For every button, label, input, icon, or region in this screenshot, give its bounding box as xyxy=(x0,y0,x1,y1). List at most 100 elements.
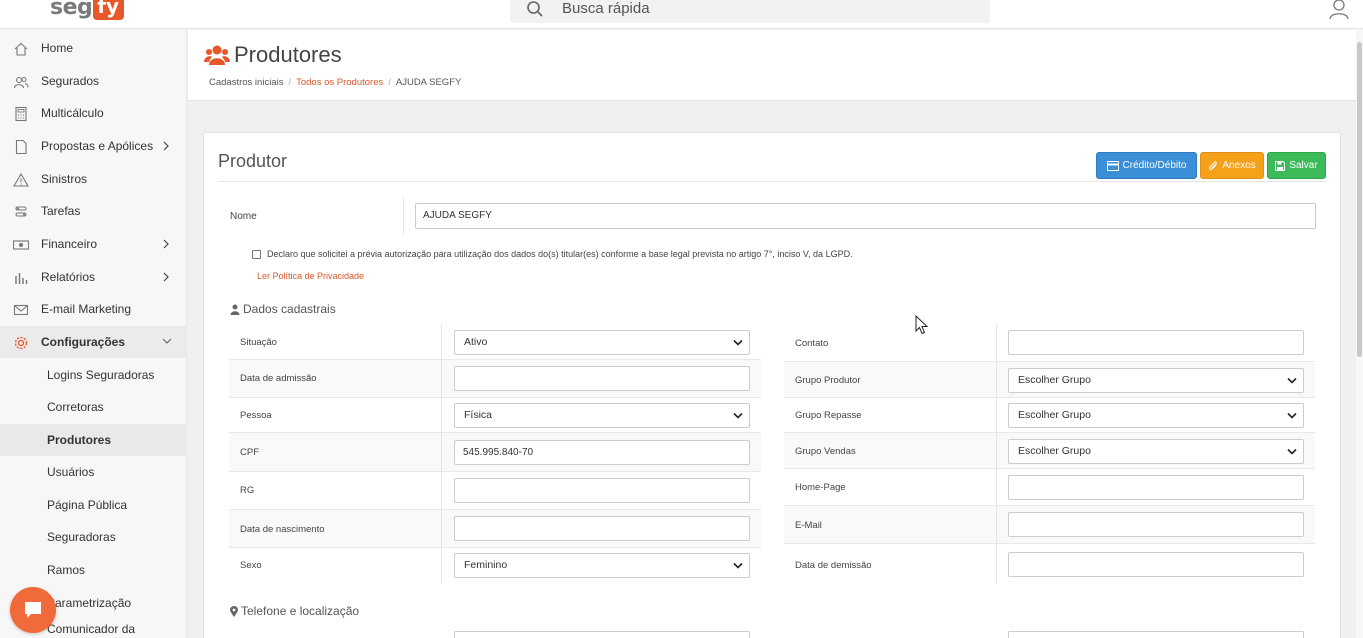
produtor-card: Produtor Crédito/Débito Anexos Salvar No… xyxy=(203,132,1341,638)
cpf-field[interactable]: 545.995.840-70 xyxy=(454,440,750,465)
sidebar-item-financeiro[interactable]: Financeiro xyxy=(0,228,186,260)
grupo-repasse-select[interactable]: Escolher Grupo xyxy=(1008,403,1304,428)
anexos-button[interactable]: Anexos xyxy=(1200,152,1264,179)
sidebar-item-email-marketing[interactable]: E-mail Marketing xyxy=(0,293,186,325)
nome-field[interactable]: AJUDA SEGFY xyxy=(415,203,1316,229)
search-input[interactable]: Busca rápida xyxy=(562,0,650,17)
situacao-select[interactable]: Ativo xyxy=(454,330,750,355)
chat-button[interactable] xyxy=(10,587,56,633)
scrollbar-thumb[interactable] xyxy=(1357,42,1362,357)
form-row-cpf: CPF 545.995.840-70 xyxy=(229,433,761,472)
chat-icon xyxy=(25,602,41,618)
situacao-value: Ativo xyxy=(464,336,488,348)
row-separator xyxy=(996,433,997,469)
grupo-vendas-value: Escolher Grupo xyxy=(1018,445,1091,457)
sidebar-subitem-label: Usuários xyxy=(47,465,95,479)
sidebar-item-segurados[interactable]: Segurados xyxy=(0,65,186,97)
sidebar-item-home[interactable]: Home xyxy=(0,32,186,64)
grupo-repasse-value: Escolher Grupo xyxy=(1018,409,1091,421)
chevron-down-icon xyxy=(1287,448,1297,455)
data-admissao-field[interactable] xyxy=(454,366,750,391)
sexo-select[interactable]: Feminino xyxy=(454,553,750,578)
pessoa-select[interactable]: Física xyxy=(454,403,750,428)
contato-field[interactable] xyxy=(1008,330,1304,355)
row-separator xyxy=(441,433,442,472)
form-row-data-nascimento: Data de nascimento xyxy=(229,510,761,548)
anexos-label: Anexos xyxy=(1222,160,1256,171)
form-row-grupo-repasse: Grupo Repasse Escolher Grupo xyxy=(784,398,1315,433)
sidebar-subitem-label: Página Pública xyxy=(47,498,128,512)
sidebar-subitem-ramos[interactable]: Ramos xyxy=(0,554,186,586)
users-icon xyxy=(13,76,29,89)
cpf-label: CPF xyxy=(240,447,259,458)
row-separator xyxy=(441,510,442,548)
page-title-text: Produtores xyxy=(234,42,342,67)
sidebar: Home Segurados Multicálculo Propostas e … xyxy=(0,30,187,638)
breadcrumb: Cadastros iniciais / Todos os Produtores / A… xyxy=(209,77,462,88)
sidebar-subitem-label: Ramos xyxy=(47,563,86,577)
row-separator xyxy=(996,398,997,433)
row-separator xyxy=(996,469,997,506)
sidebar-item-multicalculo[interactable]: Multicálculo xyxy=(0,97,186,129)
salvar-button[interactable]: Salvar xyxy=(1267,152,1326,179)
tasks-icon xyxy=(15,206,27,217)
form-row-situacao: Situação Ativo xyxy=(229,324,761,360)
home-page-field[interactable] xyxy=(1008,475,1304,500)
data-admissao-label: Data de admissão xyxy=(240,373,317,384)
data-demissao-field[interactable] xyxy=(1008,552,1304,577)
email-label: E-Mail xyxy=(795,520,822,531)
form-row-grupo-produtor: Grupo Produtor Escolher Grupo xyxy=(784,362,1315,398)
logo-text-fy: fy xyxy=(93,0,125,20)
warning-icon xyxy=(13,172,29,187)
user-icon[interactable] xyxy=(1328,0,1350,20)
sidebar-subitem-label: Seguradoras xyxy=(47,530,116,544)
chevron-down-icon xyxy=(733,412,743,419)
sidebar-subitem-corretoras[interactable]: Corretoras xyxy=(0,391,186,423)
segfy-logo[interactable]: seg fy xyxy=(50,0,125,20)
sidebar-subitem-label: Parametrização xyxy=(47,596,132,610)
chevron-down-icon xyxy=(1287,377,1297,384)
form-row-rg: RG xyxy=(229,472,761,510)
nome-label: Nome xyxy=(230,211,257,222)
privacy-policy-link[interactable]: Ler Política de Privacidade xyxy=(257,271,364,281)
grupo-vendas-select[interactable]: Escolher Grupo xyxy=(1008,439,1304,464)
sidebar-subitem-seguradoras[interactable]: Seguradoras xyxy=(0,521,186,553)
sidebar-item-relatorios[interactable]: Relatórios xyxy=(0,261,186,293)
grupo-produtor-select[interactable]: Escolher Grupo xyxy=(1008,368,1304,393)
row-separator xyxy=(996,324,997,362)
sidebar-item-tarefas[interactable]: Tarefas xyxy=(0,195,186,227)
lgpd-text: Declaro que solicitei a prévia autorizaç… xyxy=(267,249,853,259)
sidebar-item-sinistros[interactable]: Sinistros xyxy=(0,163,186,195)
chevron-right-icon xyxy=(163,272,169,282)
sidebar-item-configuracoes[interactable]: Configurações xyxy=(0,326,186,358)
credito-debito-button[interactable]: Crédito/Débito xyxy=(1096,152,1197,179)
rg-field[interactable] xyxy=(454,478,750,503)
scrollbar[interactable] xyxy=(1356,30,1363,638)
email-field[interactable] xyxy=(1008,512,1304,537)
lgpd-consent[interactable]: Declaro que solicitei a prévia autorizaç… xyxy=(252,249,853,259)
grupo-produtor-value: Escolher Grupo xyxy=(1018,374,1091,386)
sidebar-item-label: Tarefas xyxy=(41,204,81,218)
gear-icon xyxy=(14,336,28,350)
chevron-down-icon xyxy=(162,338,172,344)
sidebar-subitem-pagina-publica[interactable]: Página Pública xyxy=(0,489,186,521)
sidebar-subitem-produtores[interactable]: Produtores xyxy=(0,424,186,456)
chevron-down-icon xyxy=(733,339,743,346)
breadcrumb-item[interactable]: Todos os Produtores xyxy=(296,77,383,88)
sidebar-item-label: Segurados xyxy=(41,74,100,88)
sidebar-subitem-usuarios[interactable]: Usuários xyxy=(0,456,186,488)
nome-divider xyxy=(403,197,404,235)
data-nascimento-field[interactable] xyxy=(454,516,750,541)
breadcrumb-item[interactable]: Cadastros iniciais xyxy=(209,77,283,88)
row-separator xyxy=(441,324,442,360)
sidebar-item-label: Propostas e Apólices xyxy=(41,139,154,153)
sidebar-item-propostas[interactable]: Propostas e Apólices xyxy=(0,130,186,162)
sidebar-subitem-logins-seguradoras[interactable]: Logins Seguradoras xyxy=(0,359,186,391)
localizacao-field[interactable] xyxy=(1008,631,1304,638)
telefone-field[interactable] xyxy=(454,631,750,638)
form-row-data-demissao: Data de demissão xyxy=(784,544,1315,584)
grupo-vendas-label: Grupo Vendas xyxy=(795,446,856,457)
search-bar[interactable]: Busca rápida xyxy=(510,0,990,23)
sidebar-item-label: E-mail Marketing xyxy=(41,302,132,316)
lgpd-checkbox[interactable] xyxy=(252,249,261,259)
